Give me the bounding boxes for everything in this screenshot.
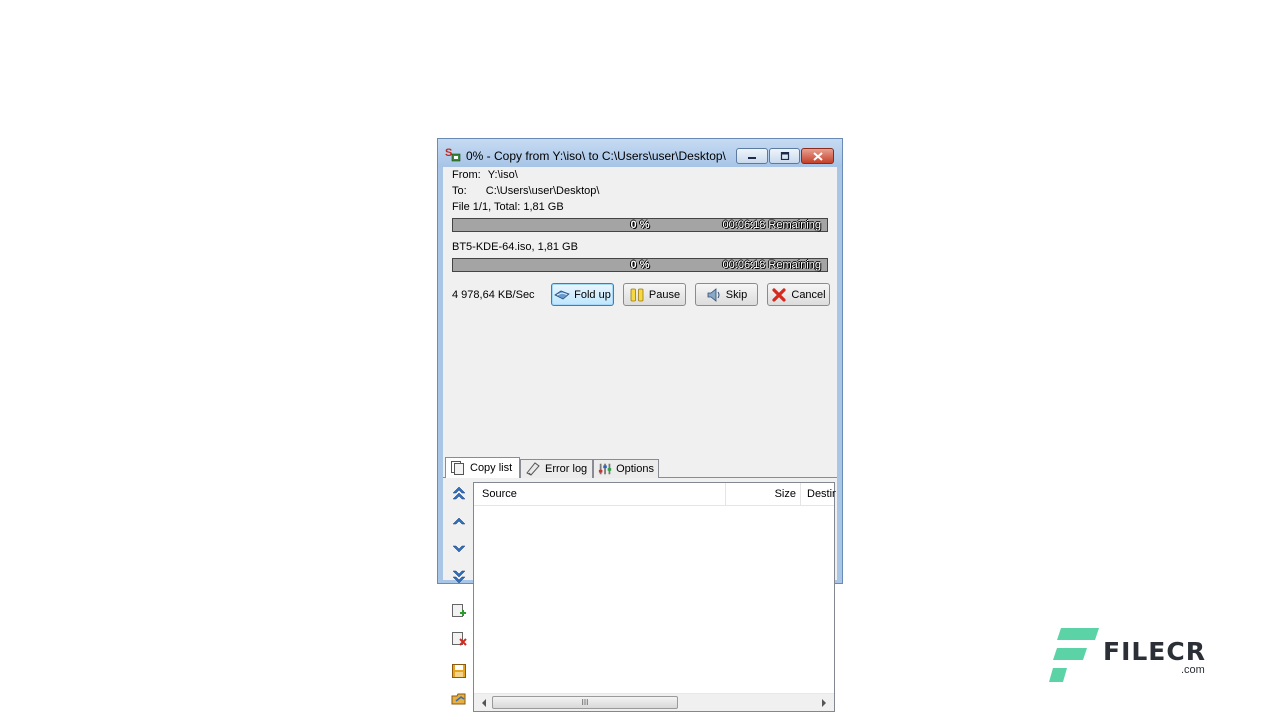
- horizontal-scrollbar[interactable]: III: [474, 693, 834, 711]
- tab-options[interactable]: Options: [593, 459, 659, 478]
- dialog-client: From: Y:\iso\ To: C:\Users\user\Desktop\…: [443, 167, 837, 712]
- transfer-speed: 4 978,64 KB/Sec: [452, 289, 535, 301]
- scroll-thumb[interactable]: III: [492, 696, 678, 709]
- remove-file-icon: [452, 632, 467, 646]
- options-icon: [598, 463, 612, 475]
- fold-up-label: Fold up: [574, 288, 611, 301]
- filecr-brand: FILECR: [1103, 637, 1206, 666]
- save-list-icon: [452, 664, 466, 678]
- move-up-icon: [452, 517, 466, 525]
- current-file-status: BT5-KDE-64.iso, 1,81 GB: [452, 241, 578, 253]
- move-top-button[interactable]: [449, 483, 469, 503]
- scroll-right-button[interactable]: [816, 694, 832, 711]
- move-bottom-button[interactable]: [449, 567, 469, 587]
- from-label: From:: [452, 169, 481, 181]
- tab-options-label: Options: [616, 463, 654, 475]
- svg-text:S: S: [445, 147, 452, 159]
- total-status: File 1/1, Total: 1,81 GB: [452, 201, 564, 213]
- move-down-button[interactable]: [449, 539, 469, 559]
- file-remaining-time: 00:06:18 Remaining: [722, 259, 821, 271]
- move-top-icon: [452, 486, 466, 500]
- cancel-label: Cancel: [791, 288, 826, 301]
- filecr-suffix: .com: [1181, 664, 1205, 676]
- cancel-icon: [772, 287, 786, 302]
- load-list-button[interactable]: [449, 689, 469, 709]
- window-title: 0% - Copy from Y:\iso\ to C:\Users\user\…: [466, 149, 726, 163]
- scroll-left-button[interactable]: [476, 694, 492, 711]
- add-file-button[interactable]: [449, 601, 469, 621]
- load-list-icon: [451, 693, 466, 705]
- pause-button[interactable]: Pause: [623, 283, 686, 306]
- close-icon: [812, 151, 823, 161]
- skip-icon: [707, 287, 720, 302]
- save-list-button[interactable]: [449, 661, 469, 681]
- maximize-icon: [780, 152, 789, 160]
- file-progress-bar: 0 % 00:06:18 Remaining: [452, 258, 828, 272]
- scroll-left-icon: [482, 698, 486, 707]
- maximize-button[interactable]: [769, 148, 800, 164]
- fold-up-button[interactable]: Fold up: [551, 283, 614, 306]
- to-path: C:\Users\user\Desktop\: [485, 185, 600, 197]
- copy-list-view[interactable]: Source Size Destin III: [473, 482, 836, 712]
- move-up-button[interactable]: [449, 511, 469, 531]
- total-progress-bar: 0 % 00:06:18 Remaining: [452, 218, 828, 232]
- tab-copy-list-label: Copy list: [470, 462, 513, 474]
- app-icon: S: [445, 147, 461, 162]
- error-log-icon: [526, 462, 540, 476]
- pause-icon: [630, 288, 644, 301]
- remove-file-button[interactable]: [449, 629, 469, 649]
- column-size[interactable]: Size: [726, 483, 801, 505]
- pause-label: Pause: [648, 288, 681, 301]
- tab-error-log-label: Error log: [545, 463, 588, 475]
- from-path: Y:\iso\: [487, 169, 518, 181]
- close-button[interactable]: [801, 148, 834, 164]
- add-file-icon: [452, 604, 466, 617]
- minimize-button[interactable]: [736, 148, 768, 164]
- tab-strip: Copy list Error log Options: [443, 457, 837, 479]
- tab-error-log[interactable]: Error log: [520, 459, 593, 478]
- copy-window: S 0% - Copy from Y:\iso\ to C:\Users\use…: [437, 138, 843, 712]
- column-destination[interactable]: Destin: [801, 483, 836, 505]
- cancel-button[interactable]: Cancel: [767, 283, 830, 306]
- list-header: Source Size Destin: [474, 483, 836, 506]
- copy-list-icon: [451, 461, 464, 475]
- fold-up-icon: [554, 290, 570, 299]
- total-remaining-time: 00:06:18 Remaining: [722, 219, 821, 231]
- skip-label: Skip: [725, 288, 748, 301]
- title-bar[interactable]: S 0% - Copy from Y:\iso\ to C:\Users\use…: [438, 139, 842, 167]
- skip-button[interactable]: Skip: [695, 283, 758, 306]
- to-line: To: C:\Users\user\Desktop\: [452, 185, 599, 197]
- from-line: From: Y:\iso\: [452, 169, 518, 181]
- minimize-icon: [748, 157, 756, 159]
- tab-copy-list[interactable]: Copy list: [445, 457, 520, 478]
- to-label: To:: [452, 185, 467, 197]
- scroll-right-icon: [822, 698, 826, 707]
- move-bottom-icon: [452, 570, 466, 584]
- filecr-watermark: FILECR .com: [1047, 628, 1217, 684]
- scroll-grip: III: [581, 698, 589, 707]
- column-source[interactable]: Source: [474, 483, 726, 505]
- move-down-icon: [452, 545, 466, 553]
- filecr-logo-mark: [1049, 628, 1099, 682]
